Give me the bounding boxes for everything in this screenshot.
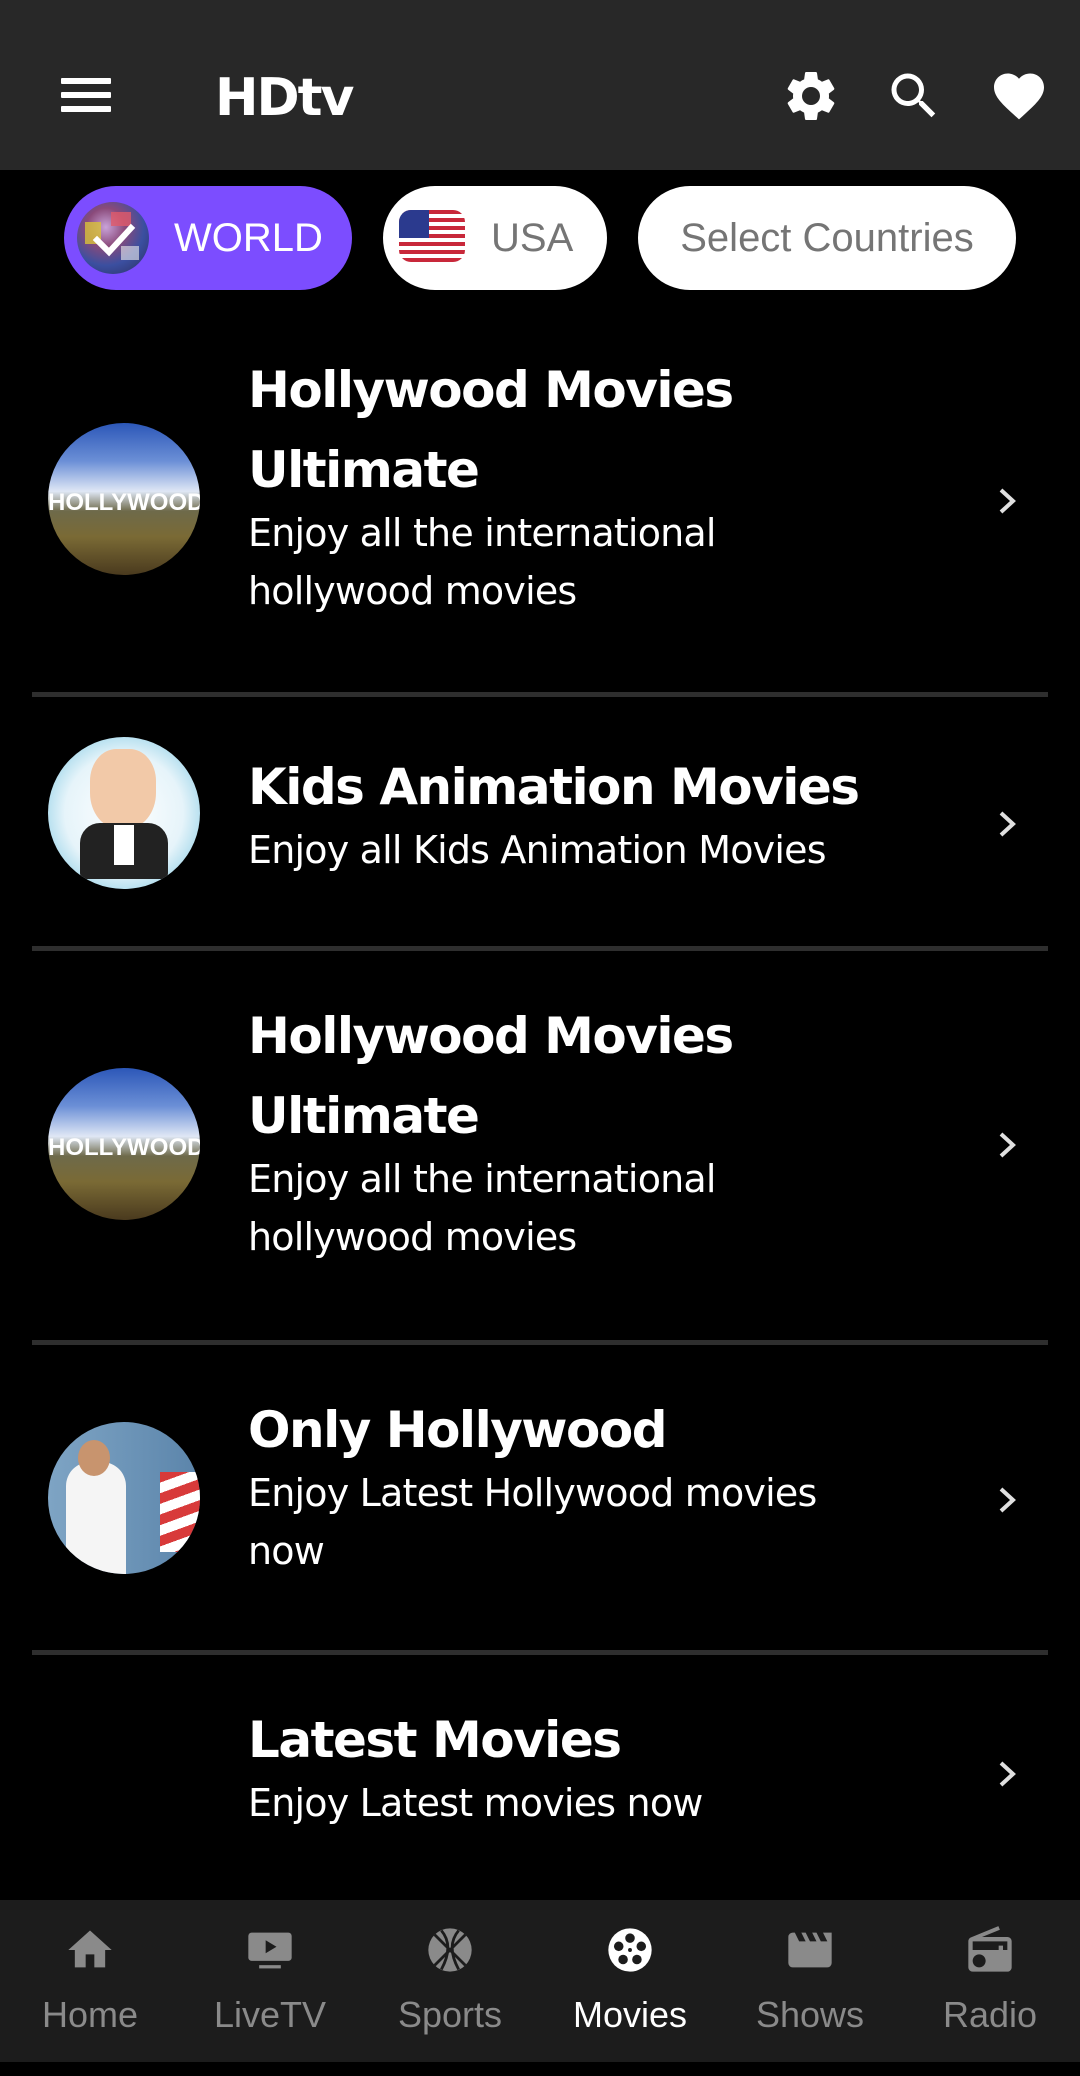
nav-sports[interactable]: Sports — [360, 1900, 540, 2062]
nav-label: Movies — [572, 1994, 688, 2035]
basketball-icon — [424, 1924, 476, 1976]
item-title: Latest Movies — [248, 1711, 622, 1769]
boss-baby-thumbnail — [48, 737, 200, 889]
item-subtitle: Enjoy all Kids Animation Movies — [248, 828, 827, 872]
home-icon — [64, 1924, 116, 1976]
divider — [32, 1340, 1048, 1345]
nav-shows[interactable]: Shows — [720, 1900, 900, 2062]
item-title: Kids Animation Movies — [248, 758, 860, 816]
thumbnail-text: HOLLYWOOD — [48, 1134, 200, 1161]
nav-label: Radio — [942, 1994, 1038, 2035]
menu-bar — [61, 106, 111, 112]
nav-radio[interactable]: Radio — [900, 1900, 1080, 2062]
nav-label: Sports — [397, 1994, 503, 2035]
clapperboard-icon — [784, 1924, 836, 1976]
chip-label: Select Countries — [680, 215, 974, 260]
hollywood-sign-thumbnail: HOLLYWOOD — [48, 1068, 200, 1220]
country-filter-chips: WORLD USA Select Countries — [0, 186, 1080, 290]
favorite-icon[interactable] — [989, 66, 1049, 126]
list-item[interactable]: Kids Animation Movies Enjoy all Kids Ani… — [0, 697, 1080, 947]
nav-label: Home — [41, 1994, 139, 2035]
radio-icon — [964, 1924, 1016, 1976]
item-subtitle: Enjoy Latest movies now — [248, 1781, 703, 1825]
nav-movies[interactable]: Movies — [540, 1900, 720, 2062]
chip-world[interactable]: WORLD — [64, 186, 352, 290]
top-app-bar: HDtv — [0, 0, 1080, 170]
system-nav-spacer — [0, 2062, 1080, 2076]
list-item[interactable]: Latest Movies Enjoy Latest movies now — [0, 1700, 1080, 1900]
app-title: HDtv — [215, 68, 354, 128]
menu-bar — [61, 78, 111, 84]
chevron-right-icon — [996, 485, 1020, 517]
hollywood-sign-thumbnail: HOLLYWOOD — [48, 423, 200, 575]
item-text: Hollywood Movies Ultimate Enjoy all the i… — [248, 350, 908, 620]
chevron-right-icon — [996, 1758, 1020, 1790]
nav-livetv[interactable]: LiveTV — [180, 1900, 360, 2062]
only-hollywood-thumbnail — [48, 1422, 200, 1574]
chip-label: WORLD — [174, 215, 323, 260]
list-item[interactable]: HOLLYWOOD Hollywood Movies Ultimate Enjoy… — [0, 350, 1080, 690]
item-subtitle: Enjoy all the international hollywood mov… — [248, 511, 716, 613]
item-title: Only Hollywood — [248, 1401, 668, 1459]
chevron-right-icon — [996, 1129, 1020, 1161]
item-subtitle: Enjoy Latest Hollywood movies now — [248, 1471, 817, 1573]
list-item[interactable]: HOLLYWOOD Hollywood Movies Ultimate Enjoy… — [0, 996, 1080, 1336]
item-title: Hollywood Movies Ultimate — [248, 1007, 734, 1145]
chip-label: USA — [491, 215, 574, 260]
settings-icon[interactable] — [781, 66, 841, 126]
search-icon[interactable] — [884, 66, 944, 126]
nav-home[interactable]: Home — [0, 1900, 180, 2062]
item-text: Kids Animation Movies Enjoy all Kids Ani… — [248, 747, 908, 879]
film-reel-icon — [604, 1924, 656, 1976]
item-text: Latest Movies Enjoy Latest movies now — [248, 1700, 908, 1832]
chip-usa[interactable]: USA — [383, 186, 607, 290]
usa-flag-icon — [399, 210, 465, 262]
globe-check-icon — [77, 202, 149, 274]
live-tv-icon — [244, 1924, 296, 1976]
thumbnail-text: HOLLYWOOD — [48, 489, 200, 516]
divider — [32, 946, 1048, 951]
chevron-right-icon — [996, 808, 1020, 840]
menu-icon[interactable] — [56, 70, 116, 120]
item-text: Only Hollywood Enjoy Latest Hollywood mo… — [248, 1390, 908, 1580]
item-text: Hollywood Movies Ultimate Enjoy all the i… — [248, 996, 908, 1266]
divider — [32, 1650, 1048, 1655]
item-title: Hollywood Movies Ultimate — [248, 361, 734, 499]
nav-label: Shows — [755, 1994, 865, 2035]
select-countries-button[interactable]: Select Countries — [638, 186, 1016, 290]
list-item[interactable]: Only Hollywood Enjoy Latest Hollywood mo… — [0, 1390, 1080, 1650]
menu-bar — [61, 92, 111, 98]
item-subtitle: Enjoy all the international hollywood mov… — [248, 1157, 716, 1259]
nav-label: LiveTV — [213, 1994, 327, 2035]
app-root: HDtv WORLD USA Select Countries HOLLYWOO… — [0, 0, 1080, 2076]
bottom-navigation: Home LiveTV Sports Movies Shows Radio — [0, 1900, 1080, 2062]
chevron-right-icon — [996, 1484, 1020, 1516]
